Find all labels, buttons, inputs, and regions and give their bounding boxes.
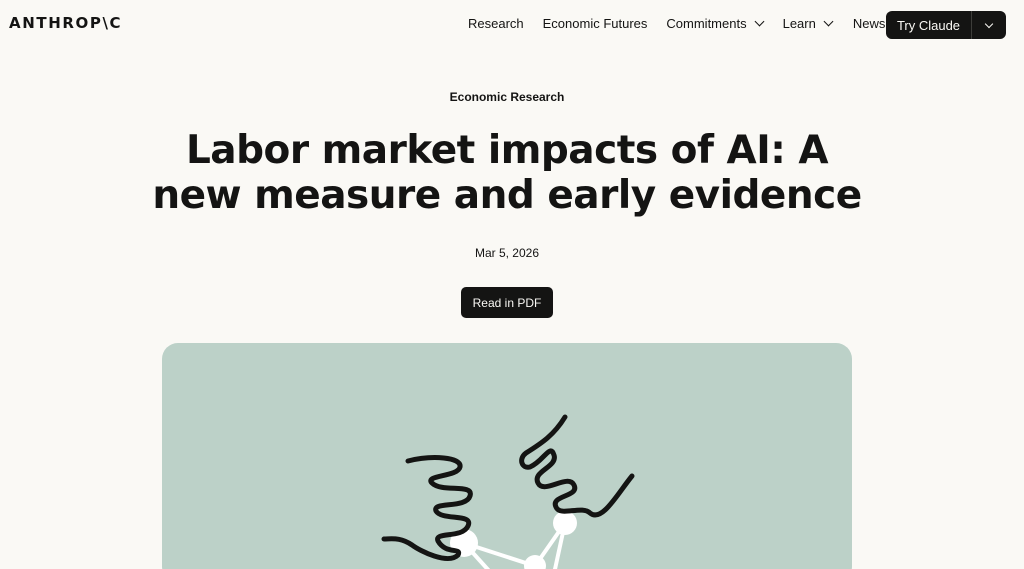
- nav-label: Learn: [782, 16, 816, 31]
- nav-label: News: [852, 16, 886, 31]
- try-claude-button[interactable]: Try Claude: [886, 11, 972, 39]
- article-category[interactable]: Economic Research: [0, 90, 1014, 104]
- page: ANTHROP\C Research Economic Futures Comm…: [0, 0, 1024, 569]
- nav-item-learn[interactable]: Learn: [782, 16, 834, 31]
- nav-label: Economic Futures: [542, 16, 648, 31]
- anthropic-logo[interactable]: ANTHROP\C: [9, 14, 122, 32]
- chevron-down-icon: [754, 16, 765, 27]
- hero-illustration: [162, 343, 852, 569]
- read-in-pdf-button[interactable]: Read in PDF: [461, 287, 553, 318]
- try-claude-dropdown-button[interactable]: [972, 11, 1006, 39]
- chevron-down-icon: [823, 16, 834, 27]
- nav-label: Research: [468, 16, 524, 31]
- article-title: Labor market impacts of AI: A new measur…: [152, 128, 862, 218]
- article-date: Mar 5, 2026: [474, 246, 540, 260]
- main-nav: Research Economic Futures Commitments Le…: [468, 16, 885, 31]
- hands-network-illustration-icon: [381, 414, 635, 569]
- nav-item-news[interactable]: News: [853, 16, 886, 31]
- chevron-down-icon: [984, 19, 994, 28]
- nav-item-research[interactable]: Research: [468, 16, 524, 31]
- nav-item-economic-futures[interactable]: Economic Futures: [543, 16, 648, 31]
- try-claude-split-button: Try Claude: [886, 11, 1006, 39]
- nav-item-commitments[interactable]: Commitments: [666, 16, 765, 31]
- nav-label: Commitments: [666, 16, 747, 31]
